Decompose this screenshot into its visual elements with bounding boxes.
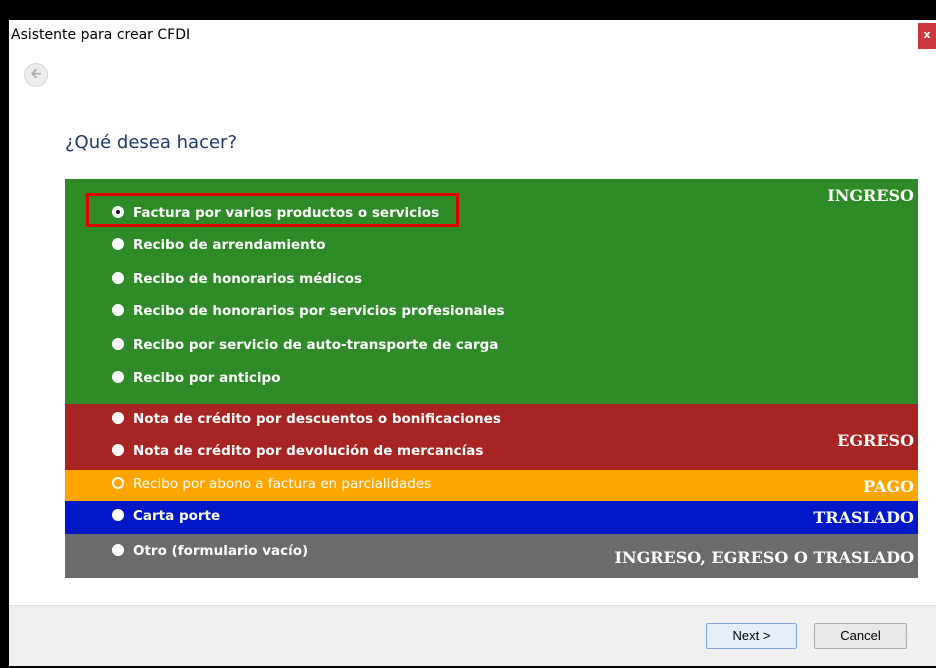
- wizard-window: Asistente para crear CFDI x 🡰 ¿Qué desea…: [9, 20, 936, 666]
- option-auto-transporte[interactable]: Recibo por servicio de auto-transporte d…: [112, 337, 498, 353]
- radio-icon[interactable]: [112, 412, 124, 424]
- category-label-otro: INGRESO, EGRESO O TRASLADO: [614, 548, 914, 567]
- cancel-button[interactable]: Cancel: [814, 623, 907, 649]
- radio-icon[interactable]: [112, 272, 124, 284]
- close-button[interactable]: x: [918, 23, 936, 49]
- title-bar: Asistente para crear CFDI x: [9, 20, 936, 54]
- document-type-panel: INGRESO Factura por varios productos o s…: [65, 179, 918, 578]
- radio-icon[interactable]: [112, 238, 124, 250]
- radio-icon[interactable]: [112, 509, 124, 521]
- radio-icon[interactable]: [112, 338, 124, 350]
- category-label-pago: PAGO: [863, 477, 914, 496]
- radio-icon[interactable]: [112, 444, 124, 456]
- section-pago: PAGO Recibo por abono a factura en parci…: [65, 470, 918, 501]
- option-honorarios-medicos[interactable]: Recibo de honorarios médicos: [112, 271, 362, 287]
- option-otro-formulario[interactable]: Otro (formulario vacío): [112, 543, 308, 559]
- radio-icon[interactable]: [112, 304, 124, 316]
- section-traslado: TRASLADO Carta porte: [65, 501, 918, 534]
- option-arrendamiento[interactable]: Recibo de arrendamiento: [112, 237, 326, 253]
- option-factura[interactable]: Factura por varios productos o servicios: [112, 205, 439, 221]
- page-question: ¿Qué desea hacer?: [65, 132, 237, 153]
- radio-icon[interactable]: [112, 371, 124, 383]
- wizard-footer: Next > Cancel: [9, 605, 936, 666]
- radio-icon[interactable]: [112, 544, 124, 556]
- section-otro: INGRESO, EGRESO O TRASLADO Otro (formula…: [65, 534, 918, 578]
- option-anticipo[interactable]: Recibo por anticipo: [112, 370, 281, 386]
- next-button[interactable]: Next >: [706, 623, 797, 649]
- option-honorarios-profesionales[interactable]: Recibo de honorarios por servicios profe…: [112, 303, 505, 319]
- category-label-egreso: EGRESO: [837, 431, 914, 450]
- option-nota-devolucion[interactable]: Nota de crédito por devolución de mercan…: [112, 443, 483, 459]
- radio-icon[interactable]: [112, 477, 124, 489]
- radio-selected-icon[interactable]: [112, 206, 124, 218]
- window-title: Asistente para crear CFDI: [11, 27, 191, 43]
- section-ingreso: INGRESO Factura por varios productos o s…: [65, 179, 918, 404]
- option-carta-porte[interactable]: Carta porte: [112, 508, 220, 524]
- back-arrow-icon[interactable]: 🡰: [24, 63, 48, 87]
- option-abono-parcialidades[interactable]: Recibo por abono a factura en parcialida…: [112, 476, 431, 492]
- category-label-ingreso: INGRESO: [827, 186, 914, 205]
- category-label-traslado: TRASLADO: [813, 508, 914, 527]
- option-nota-descuentos[interactable]: Nota de crédito por descuentos o bonific…: [112, 411, 501, 427]
- section-egreso: EGRESO Nota de crédito por descuentos o …: [65, 404, 918, 470]
